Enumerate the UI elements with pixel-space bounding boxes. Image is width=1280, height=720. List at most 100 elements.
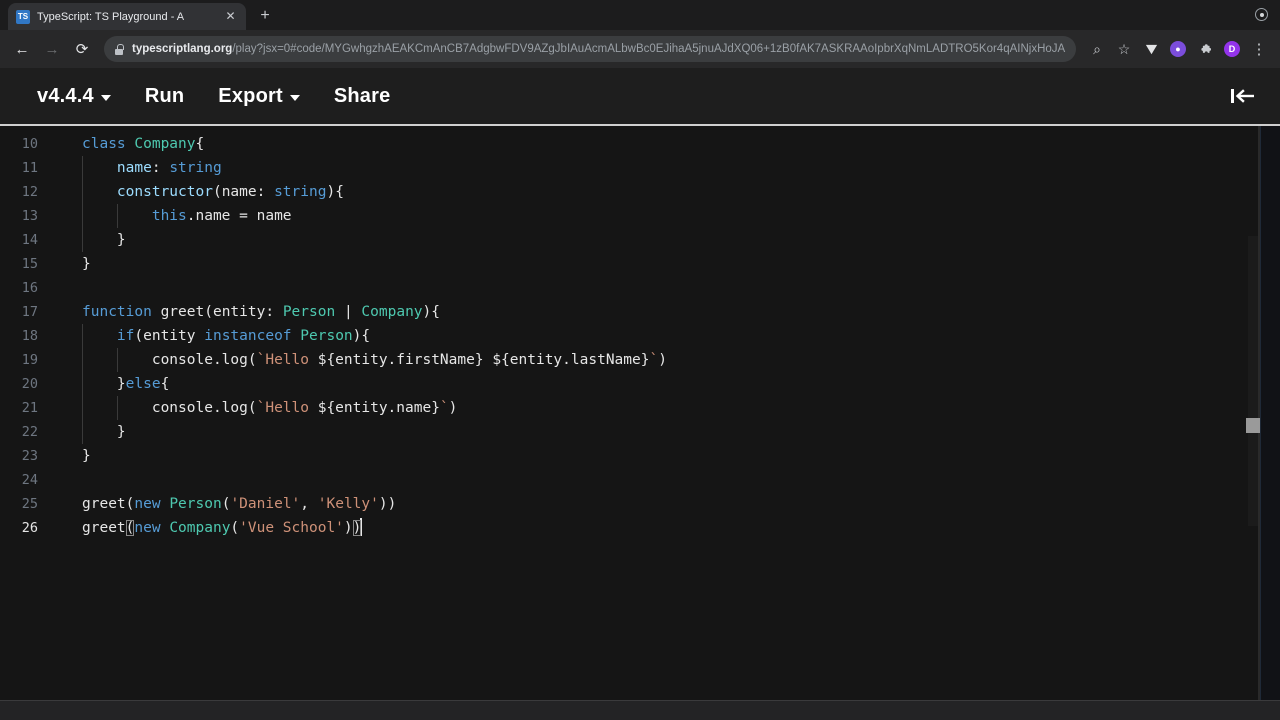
export-menu[interactable]: Export	[201, 85, 317, 108]
extensions-puzzle-icon[interactable]	[1192, 36, 1218, 62]
code-line[interactable]: 12 constructor(name: string){	[0, 180, 1280, 204]
indent-guide	[116, 396, 118, 420]
code-token: if	[116, 328, 135, 344]
run-button[interactable]: Run	[128, 85, 201, 108]
code-line[interactable]: 21 console.log(`Hello ${entity.name}`)	[0, 396, 1280, 420]
panel-divider[interactable]	[1260, 126, 1280, 708]
profile-avatar-icon[interactable]: D	[1219, 36, 1245, 62]
code-token: Company	[169, 520, 231, 536]
code-token: )	[658, 352, 667, 368]
browser-tab[interactable]: TS TypeScript: TS Playground - A ✕	[8, 3, 246, 30]
code-line[interactable]: 11 name: string	[0, 156, 1280, 180]
chrome-menu-icon[interactable]: ⋮	[1246, 36, 1272, 62]
code-token: ,	[300, 496, 318, 512]
code-token: :	[265, 304, 283, 320]
export-label: Export	[218, 84, 283, 107]
line-number: 21	[21, 400, 38, 416]
url-host: typescriptlang.org	[132, 43, 233, 55]
lock-icon	[114, 43, 124, 55]
tab-close-icon[interactable]: ✕	[223, 9, 238, 24]
vertical-scrollbar-thumb[interactable]	[1246, 418, 1260, 433]
line-number: 23	[21, 448, 38, 464]
code-text: console.log(`Hello ${entity.firstName} $…	[52, 348, 667, 372]
code-token: console.log(	[82, 400, 257, 416]
vertical-scrollbar-track[interactable]	[1248, 236, 1258, 526]
code-lines[interactable]: 10 class Company{11 name: string 12 constr…	[0, 126, 1280, 540]
code-token: )	[448, 400, 458, 416]
version-label: v4.4.4	[37, 84, 94, 107]
code-text: greet(new Company('Vue School'))	[52, 516, 363, 540]
code-line[interactable]: 16	[0, 276, 1280, 300]
chevron-down-icon	[100, 94, 111, 101]
code-line[interactable]: 22 }	[0, 420, 1280, 444]
line-number: 10	[21, 136, 38, 152]
back-button[interactable]: ←	[8, 35, 36, 63]
reload-button[interactable]: ⟳	[68, 35, 96, 63]
code-token: instanceof	[204, 328, 292, 344]
forward-button[interactable]: →	[38, 35, 66, 63]
indent-guide	[82, 396, 83, 420]
code-token: `Hello	[256, 400, 318, 416]
code-editor[interactable]: 10 class Company{11 name: string 12 constr…	[0, 126, 1280, 708]
line-number: 16	[21, 280, 38, 296]
code-token: }	[82, 376, 126, 392]
url-path: /play?jsx=0#code/MYGwhgzhAEAKCmAnCB7Adgb…	[232, 43, 1066, 55]
code-line[interactable]: 25 greet(new Person('Daniel', 'Kelly'))	[0, 492, 1280, 516]
code-token: constructor	[116, 184, 213, 200]
address-bar[interactable]: typescriptlang.org/play?jsx=0#code/MYGwh…	[104, 36, 1076, 62]
code-line[interactable]: 23}	[0, 444, 1280, 468]
code-token: function	[82, 304, 161, 320]
code-line[interactable]: 10 class Company{	[0, 132, 1280, 156]
code-line[interactable]: 17 function greet(entity: Person | Compan…	[0, 300, 1280, 324]
search-icon[interactable]: ⌕	[1084, 36, 1110, 62]
indent-guide	[82, 348, 83, 372]
new-tab-button[interactable]: +	[252, 3, 278, 29]
status-strip	[0, 700, 1280, 720]
bookmark-star-icon[interactable]: ☆	[1111, 36, 1137, 62]
collapse-sidebar-button[interactable]	[1228, 86, 1256, 106]
code-token: entity	[212, 304, 266, 320]
indent-guide	[82, 180, 83, 204]
run-label: Run	[144, 84, 185, 107]
share-button[interactable]: Share	[317, 85, 408, 108]
code-token: ){	[326, 184, 344, 200]
code-token: class	[82, 136, 135, 152]
indent-guide	[82, 420, 83, 444]
code-token: string	[169, 160, 222, 176]
code-line[interactable]: 18 if(entity instanceof Person){	[0, 324, 1280, 348]
code-token: `	[439, 400, 449, 416]
code-line[interactable]: 14 }	[0, 228, 1280, 252]
code-line[interactable]: 24	[0, 468, 1280, 492]
code-token: this	[151, 208, 187, 224]
code-token: `Hello	[256, 352, 318, 368]
indent-guide	[82, 156, 83, 180]
code-line[interactable]: 26 greet(new Company('Vue School'))	[0, 516, 1280, 540]
code-line[interactable]: 20 }else{	[0, 372, 1280, 396]
indent-guide	[116, 204, 118, 228]
line-number: 12	[21, 184, 38, 200]
code-token: `	[649, 352, 659, 368]
code-token: }	[82, 232, 126, 248]
recording-indicator-icon	[1255, 8, 1268, 21]
line-number: 25	[21, 496, 38, 512]
code-token: |	[335, 304, 362, 320]
code-text: if(entity instanceof Person){	[52, 324, 370, 348]
code-token: name	[221, 184, 257, 200]
code-token: (entity	[134, 328, 205, 344]
indent-guide	[116, 348, 118, 372]
code-line[interactable]: 13 this.name = name	[0, 204, 1280, 228]
version-selector[interactable]: v4.4.4	[20, 85, 128, 108]
purple-circle-extension-icon[interactable]: ●	[1165, 36, 1191, 62]
code-token: 'Kelly'	[317, 496, 379, 512]
line-number: 13	[21, 208, 38, 224]
vimeo-extension-icon[interactable]	[1138, 36, 1164, 62]
share-label: Share	[333, 84, 391, 107]
code-line[interactable]: 19 console.log(`Hello ${entity.firstName…	[0, 348, 1280, 372]
code-line[interactable]: 15}	[0, 252, 1280, 276]
line-number: 18	[21, 328, 38, 344]
code-token: )	[343, 520, 353, 536]
code-token: {	[195, 136, 205, 152]
code-token: }	[82, 256, 91, 272]
